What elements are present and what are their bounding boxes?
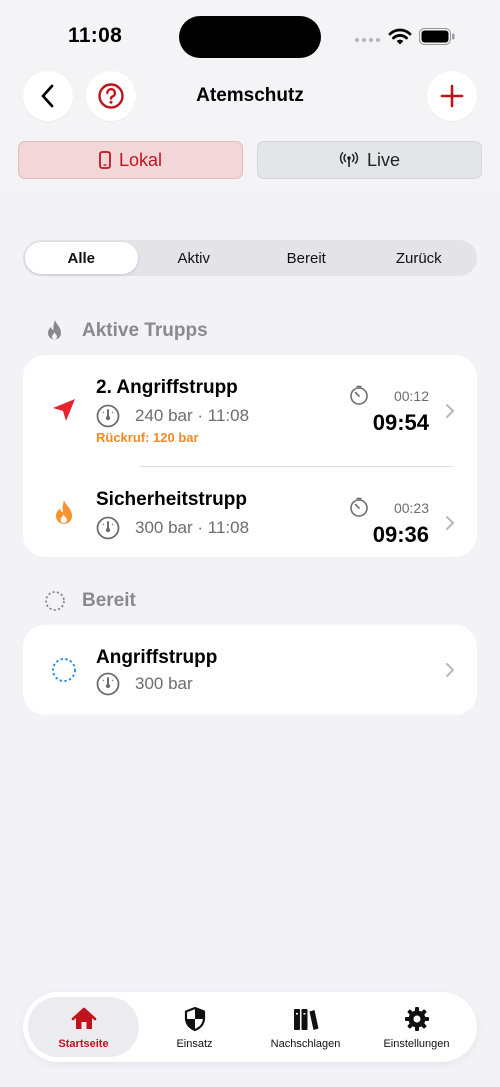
- location-arrow-icon: [49, 395, 79, 425]
- tab-bar: Startseite Einsatz Nachschlagen Einstell…: [23, 992, 477, 1062]
- gauge-icon: [96, 672, 120, 696]
- filter-segmented-control: Alle Aktiv Bereit Zurück: [23, 240, 477, 276]
- battery-icon: [419, 28, 455, 45]
- troop-name: Angriffstrupp: [96, 647, 218, 668]
- wifi-icon: [388, 28, 412, 45]
- troop-meta-text: 240 bar · 11:08: [135, 406, 250, 425]
- tab-label: Startseite: [58, 1037, 109, 1050]
- dashed-circle-icon: [49, 655, 79, 685]
- flame-icon: [48, 320, 61, 340]
- status-time: 11:08: [68, 24, 123, 47]
- tab-einstellungen[interactable]: Einstellungen: [361, 997, 472, 1057]
- filter-all[interactable]: Alle: [25, 242, 138, 274]
- cellular-signal-icon: [355, 38, 380, 42]
- troop-meta-text: 300 bar: [135, 674, 193, 693]
- gear-icon: [404, 1006, 429, 1031]
- add-button[interactable]: [427, 71, 477, 121]
- tab-label: Einstellungen: [383, 1037, 450, 1050]
- filter-active[interactable]: Aktiv: [138, 242, 251, 274]
- filter-returned[interactable]: Zurück: [363, 242, 476, 274]
- troop-meta: 300 bar: [96, 672, 193, 696]
- elapsed-time: 00:12: [393, 388, 429, 404]
- mode-live-label: Live: [366, 149, 401, 170]
- list-item[interactable]: Angriffstrupp 300 bar: [23, 625, 477, 715]
- house-icon: [71, 1007, 96, 1029]
- books-icon: [293, 1008, 318, 1030]
- question-circle-icon: [98, 83, 124, 109]
- recall-alert: Rückruf: 120 bar: [96, 430, 199, 445]
- troop-name: 2. Angriffstrupp: [96, 377, 238, 398]
- troop-meta: 300 bar · 11:08: [96, 516, 249, 540]
- section-header-active: Aktive Trupps: [44, 319, 208, 343]
- phone-icon: [99, 151, 111, 169]
- page-title: Atemschutz: [196, 85, 304, 106]
- troop-name: Sicherheitstrupp: [96, 489, 247, 510]
- chevron-right-icon: [446, 663, 454, 677]
- timer-icon: [350, 497, 368, 517]
- tab-nachschlagen[interactable]: Nachschlagen: [250, 997, 361, 1057]
- back-button[interactable]: [23, 71, 73, 121]
- tab-einsatz[interactable]: Einsatz: [139, 997, 250, 1057]
- shield-icon: [184, 1006, 205, 1031]
- filter-ready[interactable]: Bereit: [250, 242, 363, 274]
- tab-startseite[interactable]: Startseite: [28, 997, 139, 1057]
- list-item[interactable]: 2. Angriffstrupp 240 bar · 11:08 Rückruf…: [23, 355, 477, 466]
- flame-icon: [49, 498, 79, 528]
- active-troops-card: 2. Angriffstrupp 240 bar · 11:08 Rückruf…: [23, 355, 477, 557]
- tab-label: Einsatz: [176, 1037, 213, 1050]
- gauge-icon: [96, 516, 120, 540]
- section-title-ready: Bereit: [82, 590, 136, 611]
- troop-meta: 240 bar · 11:08: [96, 404, 249, 428]
- timer-icon: [350, 385, 368, 405]
- remaining-time: 09:54: [372, 410, 429, 435]
- dashed-circle-icon: [45, 591, 65, 611]
- chevron-right-icon: [446, 404, 454, 418]
- section-header-ready: Bereit: [44, 590, 136, 612]
- help-button[interactable]: [86, 71, 136, 121]
- dynamic-island: [179, 16, 321, 58]
- elapsed-time: 00:23: [393, 500, 429, 516]
- ready-troops-card: Angriffstrupp 300 bar: [23, 625, 477, 715]
- mode-local-button[interactable]: Lokal: [18, 141, 243, 179]
- list-item[interactable]: Sicherheitstrupp 300 bar · 11:08 00:23 0…: [23, 467, 477, 557]
- remaining-time: 09:36: [372, 522, 429, 547]
- antenna-icon: [339, 152, 359, 167]
- tab-label: Nachschlagen: [270, 1037, 341, 1050]
- mode-live-button[interactable]: Live: [257, 141, 482, 179]
- section-title-active: Aktive Trupps: [82, 320, 208, 341]
- chevron-left-icon: [41, 84, 54, 108]
- gauge-icon: [96, 404, 120, 428]
- plus-icon: [440, 84, 464, 108]
- troop-meta-text: 300 bar · 11:08: [135, 518, 250, 537]
- mode-local-label: Lokal: [118, 149, 163, 170]
- chevron-right-icon: [446, 516, 454, 530]
